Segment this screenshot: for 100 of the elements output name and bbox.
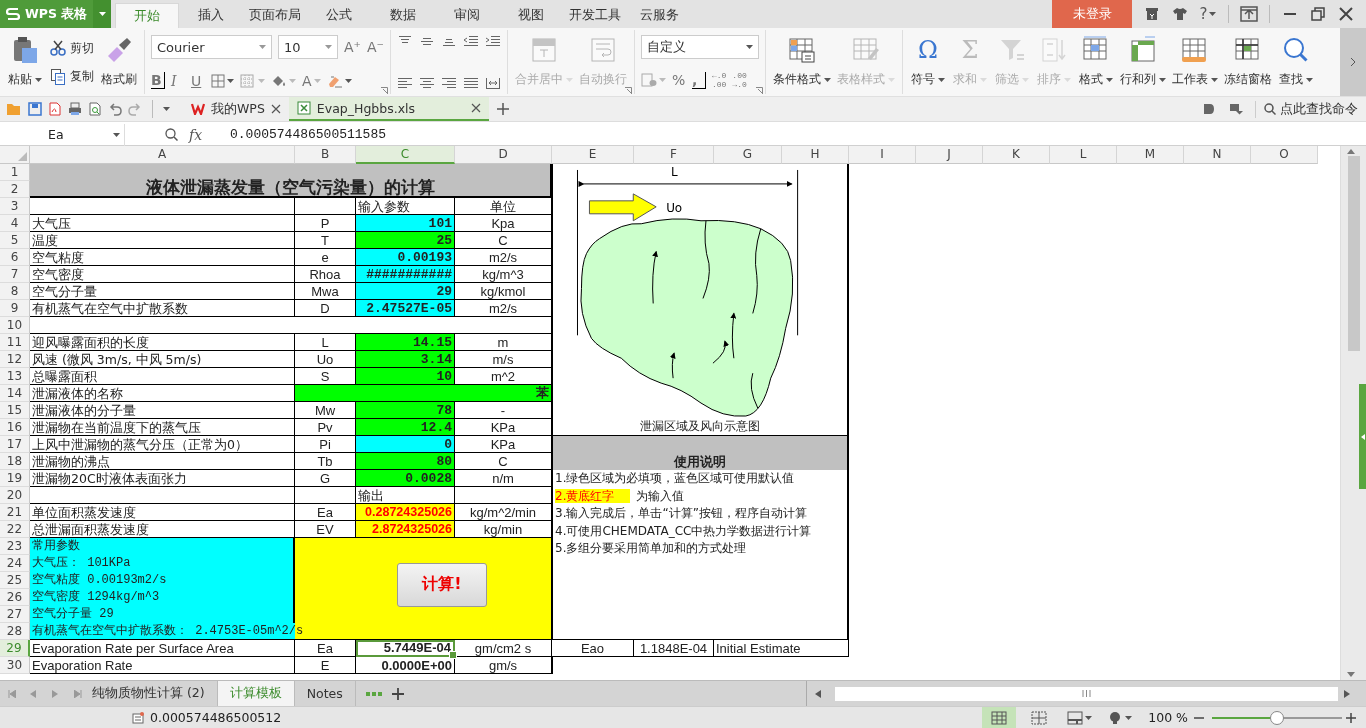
- conditional-format-button[interactable]: 条件格式: [771, 34, 832, 90]
- decrease-decimal-button[interactable]: .00 →.0: [732, 71, 747, 89]
- horizontal-scrollbar-thumb[interactable]: [835, 686, 1338, 701]
- column-header[interactable]: D: [455, 146, 552, 164]
- command-search-field[interactable]: 点此查找命令: [1255, 100, 1358, 118]
- decrease-indent-button[interactable]: [462, 35, 479, 47]
- row-header[interactable]: 2: [0, 181, 30, 198]
- align-center-button[interactable]: [418, 77, 435, 89]
- row-header[interactable]: 17: [0, 436, 30, 453]
- cut-button[interactable]: 剪切: [48, 37, 96, 59]
- column-header[interactable]: N: [1184, 146, 1251, 164]
- insert-function-button[interactable]: fx: [189, 126, 203, 143]
- formula-field[interactable]: 0.000574486500511585: [230, 127, 387, 142]
- row-header[interactable]: 26: [0, 589, 30, 606]
- align-middle-button[interactable]: [418, 35, 435, 47]
- menu-tab[interactable]: 审阅: [435, 3, 500, 28]
- bold-button[interactable]: B: [151, 72, 165, 89]
- menu-tab[interactable]: 视图: [499, 3, 564, 28]
- italic-button[interactable]: I: [171, 72, 185, 89]
- font-name-dropdown[interactable]: Courier: [151, 35, 272, 59]
- zoom-button[interactable]: [165, 128, 179, 141]
- row-header[interactable]: 6: [0, 249, 30, 266]
- input-cell[interactable]: 2.47527E-05: [356, 300, 455, 317]
- input-cell[interactable]: 29: [356, 283, 455, 300]
- add-sheet-button[interactable]: [391, 687, 406, 700]
- input-cell[interactable]: 10: [356, 368, 455, 385]
- row-header[interactable]: 15: [0, 402, 30, 419]
- print-preview-button[interactable]: [88, 102, 102, 116]
- undo-button[interactable]: [108, 102, 122, 116]
- view-mode-button[interactable]: [982, 706, 1017, 728]
- row-header[interactable]: 5: [0, 232, 30, 249]
- input-cell[interactable]: 78: [356, 402, 455, 419]
- row-header[interactable]: 11: [0, 334, 30, 351]
- input-cell[interactable]: 3.14: [356, 351, 455, 368]
- row-header[interactable]: 18: [0, 453, 30, 470]
- row-header[interactable]: 14: [0, 385, 30, 402]
- row-header[interactable]: 4: [0, 215, 30, 232]
- increase-indent-button[interactable]: [484, 35, 501, 47]
- row-header[interactable]: 21: [0, 504, 30, 521]
- percent-button[interactable]: %: [671, 72, 686, 88]
- row-header[interactable]: 13: [0, 368, 30, 385]
- paste-button[interactable]: 粘贴: [6, 34, 44, 90]
- input-cell[interactable]: 80: [356, 453, 455, 470]
- column-header[interactable]: H: [782, 146, 849, 164]
- export-pdf-button[interactable]: [48, 102, 62, 116]
- row-header[interactable]: 16: [0, 419, 30, 436]
- document-tab[interactable]: Evap_Hgbbs.xls: [288, 97, 489, 121]
- column-header[interactable]: A: [30, 146, 295, 164]
- copy-button[interactable]: 复制: [48, 65, 96, 87]
- clear-format-button[interactable]: [326, 73, 352, 88]
- share-button[interactable]: [1229, 103, 1243, 115]
- close-icon[interactable]: [470, 103, 481, 113]
- distribute-button[interactable]: [484, 77, 501, 89]
- column-header[interactable]: F: [634, 146, 714, 164]
- input-cell[interactable]: 101: [356, 215, 455, 232]
- scrollbar-thumb[interactable]: [1347, 156, 1360, 351]
- input-cell[interactable]: ###########: [356, 266, 455, 283]
- document-tab[interactable]: 我的WPS: [183, 97, 289, 121]
- align-left-button[interactable]: [396, 77, 413, 89]
- row-header[interactable]: 30: [0, 657, 30, 674]
- tab-label[interactable]: Evap_Hgbbs.xls: [316, 100, 416, 116]
- input-cell[interactable]: 25: [356, 232, 455, 249]
- menu-tab[interactable]: 开发工具: [563, 3, 628, 28]
- protect-button[interactable]: [1203, 103, 1217, 115]
- comma-style-button[interactable]: ,: [691, 71, 706, 89]
- menu-tab[interactable]: 云服务: [627, 3, 692, 28]
- font-size-dropdown[interactable]: 10: [278, 35, 338, 59]
- app-dropdown-button[interactable]: [93, 0, 112, 28]
- calculate-button[interactable]: 计算!: [397, 562, 487, 607]
- row-header[interactable]: 20: [0, 487, 30, 504]
- borders-button[interactable]: [211, 73, 234, 88]
- name-box[interactable]: Ea: [0, 123, 125, 146]
- print-button[interactable]: [68, 102, 82, 116]
- find-button[interactable]: 查找: [1276, 34, 1315, 90]
- row-header[interactable]: 23: [0, 538, 30, 555]
- help-button[interactable]: ?: [1196, 2, 1220, 26]
- column-header[interactable]: I: [849, 146, 916, 164]
- shrink-font-button[interactable]: A⁻: [366, 39, 384, 55]
- input-cell[interactable]: 0.0028: [356, 470, 455, 487]
- align-right-button[interactable]: [440, 77, 457, 89]
- justify-button[interactable]: [462, 77, 479, 89]
- row-header[interactable]: 9: [0, 300, 30, 317]
- column-header[interactable]: B: [295, 146, 356, 164]
- zoom-slider-thumb[interactable]: [1270, 710, 1284, 725]
- sheet-tab[interactable]: 计算模板: [217, 681, 295, 706]
- row-header[interactable]: 1: [0, 164, 30, 181]
- row-header[interactable]: 10: [0, 317, 30, 334]
- row-header[interactable]: 27: [0, 606, 30, 623]
- row-header[interactable]: 19: [0, 470, 30, 487]
- cell-pattern-button[interactable]: [240, 73, 265, 88]
- grow-font-button[interactable]: A⁺: [344, 39, 361, 55]
- menu-tab[interactable]: 开始: [115, 3, 180, 28]
- side-panel-handle[interactable]: [1359, 384, 1366, 489]
- underline-button[interactable]: U: [191, 72, 205, 89]
- menu-tab[interactable]: 公式: [307, 3, 372, 28]
- row-header[interactable]: 8: [0, 283, 30, 300]
- column-header[interactable]: C: [356, 146, 455, 164]
- increase-decimal-button[interactable]: ←.0 .00: [711, 71, 727, 89]
- row-header[interactable]: 29: [0, 640, 30, 657]
- fill-color-button[interactable]: [271, 73, 296, 88]
